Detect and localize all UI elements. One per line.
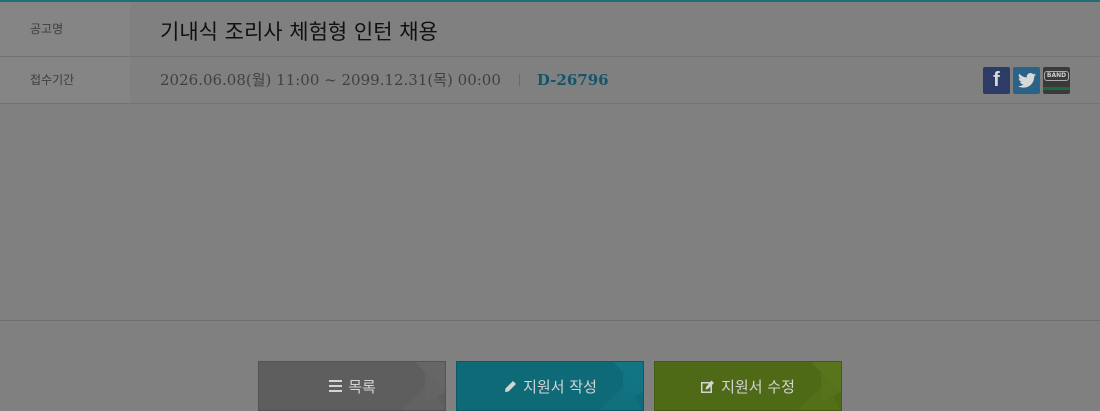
facebook-share-button[interactable]: f: [983, 67, 1010, 94]
period-separator: [518, 73, 520, 86]
edit-icon: [701, 379, 715, 393]
content-divider: [0, 320, 1100, 321]
list-button[interactable]: 목록: [258, 361, 446, 411]
dday-badge: D-26796: [536, 70, 609, 89]
period-value: 2026.06.08(월) 11:00 ~ 2099.12.31(목) 00:0…: [160, 71, 501, 89]
button-pattern: [402, 362, 445, 410]
write-application-button[interactable]: 지원서 작성: [456, 361, 644, 411]
pencil-icon: [503, 379, 517, 393]
period-label: 접수기간: [0, 57, 130, 103]
band-share-button[interactable]: BAND: [1043, 67, 1070, 94]
title-row: 공고명 기내식 조리사 체험형 인턴 채용: [0, 2, 1100, 57]
period-row: 접수기간 2026.06.08(월) 11:00 ~ 2099.12.31(목)…: [0, 57, 1100, 104]
period-info: 2026.06.08(월) 11:00 ~ 2099.12.31(목) 00:0…: [160, 69, 609, 90]
edit-application-button[interactable]: 지원서 수정: [654, 361, 842, 411]
posting-title: 기내식 조리사 체험형 인턴 채용: [160, 20, 438, 44]
share-buttons: f BAND: [983, 67, 1070, 94]
button-pattern: [798, 362, 841, 410]
band-stripe: [1043, 87, 1070, 90]
list-button-label: 목록: [348, 377, 376, 396]
band-icon: BAND: [1043, 71, 1070, 81]
facebook-icon: f: [993, 69, 1000, 91]
list-icon: [328, 379, 342, 393]
button-pattern: [600, 362, 643, 410]
title-label: 공고명: [0, 2, 130, 56]
twitter-share-button[interactable]: [1013, 67, 1040, 94]
twitter-icon: [1017, 73, 1036, 88]
